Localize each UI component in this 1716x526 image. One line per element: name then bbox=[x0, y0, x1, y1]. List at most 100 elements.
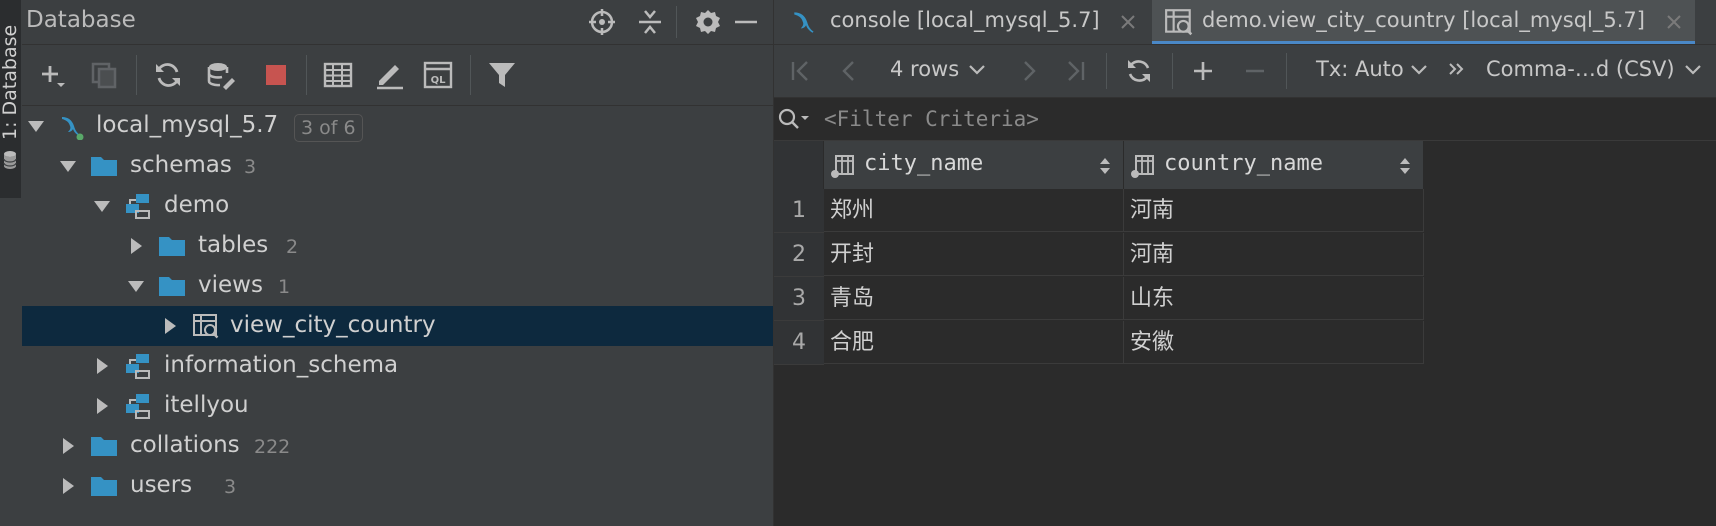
grid-cell[interactable]: 开封 bbox=[824, 233, 1124, 276]
column-header-label: country_name bbox=[1164, 151, 1323, 176]
minimize-icon[interactable] bbox=[732, 8, 760, 36]
chevron-down-icon[interactable] bbox=[1408, 58, 1430, 80]
tree-node-label: information_schema bbox=[164, 352, 399, 378]
tree-node-datasource[interactable]: local_mysql_5.7 3 of 6 bbox=[22, 106, 773, 146]
tree-node-label: tables bbox=[198, 232, 269, 258]
grid-cell[interactable]: 山东 bbox=[1124, 277, 1424, 320]
toolbar-separator bbox=[1286, 53, 1287, 89]
next-page-icon[interactable] bbox=[1014, 56, 1044, 86]
sort-icon[interactable] bbox=[1398, 156, 1412, 176]
header-separator bbox=[676, 6, 677, 38]
add-icon[interactable] bbox=[36, 59, 68, 91]
mysql-dolphin-icon bbox=[794, 12, 814, 33]
folder-icon bbox=[159, 277, 185, 296]
more-actions-icon[interactable] bbox=[1446, 59, 1468, 81]
tree-node-users[interactable]: users 3 bbox=[22, 466, 773, 506]
last-page-icon[interactable] bbox=[1060, 56, 1090, 86]
toolbar-separator bbox=[306, 55, 307, 95]
grid-cell[interactable]: 河南 bbox=[1124, 233, 1424, 276]
tree-node-view-city-country[interactable]: view_city_country bbox=[22, 306, 773, 346]
column-icon bbox=[1131, 155, 1154, 178]
column-header-city-name[interactable]: city_name bbox=[824, 141, 1124, 189]
reload-icon[interactable] bbox=[1124, 56, 1154, 86]
query-console-icon[interactable]: QL bbox=[422, 59, 454, 91]
previous-page-icon[interactable] bbox=[834, 56, 864, 86]
tree-node-tables[interactable]: tables 2 bbox=[22, 226, 773, 266]
svg-text:QL: QL bbox=[431, 75, 447, 86]
folder-icon bbox=[91, 437, 117, 456]
tree-node-count: 3 bbox=[244, 156, 257, 178]
tree-node-schema-demo[interactable]: demo bbox=[22, 186, 773, 226]
filter-icon[interactable] bbox=[486, 59, 518, 91]
chevron-down-icon[interactable] bbox=[1682, 58, 1704, 80]
expanded-arrow-icon[interactable] bbox=[58, 156, 78, 176]
edit-icon[interactable] bbox=[374, 59, 406, 91]
tree-node-schemas[interactable]: schemas 3 bbox=[22, 146, 773, 186]
column-header-label: city_name bbox=[864, 151, 984, 176]
export-format-dropdown[interactable]: Comma-…d (CSV) bbox=[1486, 57, 1675, 81]
grid-cell[interactable]: 郑州 bbox=[824, 189, 1124, 232]
result-toolbar: 4 rows Tx: Auto Comma-…d (CSV) bbox=[774, 45, 1716, 98]
transaction-mode-dropdown[interactable]: Tx: Auto bbox=[1316, 57, 1404, 81]
editor-tab-bar: console [local_mysql_5.7] demo.view_city… bbox=[774, 0, 1716, 45]
collapsed-arrow-icon[interactable] bbox=[92, 396, 112, 416]
folder-icon bbox=[91, 157, 117, 176]
tree-node-schema-information-schema[interactable]: information_schema bbox=[22, 346, 773, 386]
view-icon bbox=[1165, 9, 1193, 36]
collapsed-arrow-icon[interactable] bbox=[160, 316, 180, 336]
schema-properties-icon[interactable] bbox=[206, 59, 238, 91]
collapsed-arrow-icon[interactable] bbox=[58, 436, 78, 456]
folder-icon bbox=[91, 477, 117, 496]
tree-node-label: demo bbox=[164, 192, 230, 218]
expanded-arrow-icon[interactable] bbox=[126, 276, 146, 296]
tree-node-collations[interactable]: collations 222 bbox=[22, 426, 773, 466]
delete-row-icon[interactable] bbox=[1240, 56, 1270, 86]
collapsed-arrow-icon[interactable] bbox=[58, 476, 78, 496]
tree-node-schema-itellyou[interactable]: itellyou bbox=[22, 386, 773, 426]
datasource-count-badge: 3 of 6 bbox=[294, 114, 363, 142]
grid-cell[interactable]: 合肥 bbox=[824, 321, 1124, 364]
search-icon[interactable] bbox=[776, 106, 816, 132]
mysql-dolphin-icon bbox=[62, 117, 84, 140]
grid-cell[interactable]: 河南 bbox=[1124, 189, 1424, 232]
collapsed-arrow-icon[interactable] bbox=[92, 356, 112, 376]
expanded-arrow-icon[interactable] bbox=[92, 196, 112, 216]
chevron-down-icon[interactable] bbox=[966, 58, 988, 80]
grid-cell[interactable]: 安徽 bbox=[1124, 321, 1424, 364]
filter-criteria-input[interactable] bbox=[824, 104, 1704, 134]
row-number: 3 bbox=[774, 277, 824, 321]
stop-icon[interactable] bbox=[260, 59, 292, 91]
rows-count-dropdown[interactable]: 4 rows bbox=[890, 57, 959, 81]
column-icon bbox=[831, 155, 854, 178]
tree-node-label: itellyou bbox=[164, 392, 249, 418]
schema-icon bbox=[126, 354, 150, 379]
collapse-all-icon[interactable] bbox=[636, 8, 664, 36]
close-icon[interactable] bbox=[1118, 12, 1138, 32]
tab-console[interactable]: console [local_mysql_5.7] bbox=[774, 0, 1152, 44]
add-row-icon[interactable] bbox=[1188, 56, 1218, 86]
view-icon bbox=[193, 314, 219, 339]
refresh-icon[interactable] bbox=[152, 59, 184, 91]
tab-demo-view-city-country[interactable]: demo.view_city_country [local_mysql_5.7] bbox=[1152, 0, 1695, 44]
locate-icon[interactable] bbox=[588, 8, 616, 36]
table-icon[interactable] bbox=[322, 59, 354, 91]
grid-cell[interactable]: 青岛 bbox=[824, 277, 1124, 320]
tree-node-label: schemas bbox=[130, 152, 232, 178]
database-tool-tab[interactable]: 1: Database bbox=[0, 0, 21, 198]
database-tool-tab-label: 1: Database bbox=[0, 24, 21, 140]
column-header-country-name[interactable]: country_name bbox=[1124, 141, 1424, 189]
collapsed-arrow-icon[interactable] bbox=[126, 236, 146, 256]
gear-icon[interactable] bbox=[694, 8, 722, 36]
duplicate-icon[interactable] bbox=[88, 59, 120, 91]
tree-node-views[interactable]: views 1 bbox=[22, 266, 773, 306]
editor-area: console [local_mysql_5.7] demo.view_city… bbox=[773, 0, 1716, 526]
close-icon[interactable] bbox=[1664, 12, 1684, 32]
database-panel: Database QL local_mysql_5.7 3 of 6 schem… bbox=[22, 0, 773, 526]
toolbar-separator bbox=[1106, 53, 1107, 89]
sort-icon[interactable] bbox=[1098, 156, 1112, 176]
expanded-arrow-icon[interactable] bbox=[26, 116, 46, 136]
toolbar-separator bbox=[136, 55, 137, 95]
tree-node-count: 3 bbox=[224, 476, 237, 498]
first-page-icon[interactable] bbox=[786, 56, 816, 86]
toolbar-separator bbox=[470, 55, 471, 95]
